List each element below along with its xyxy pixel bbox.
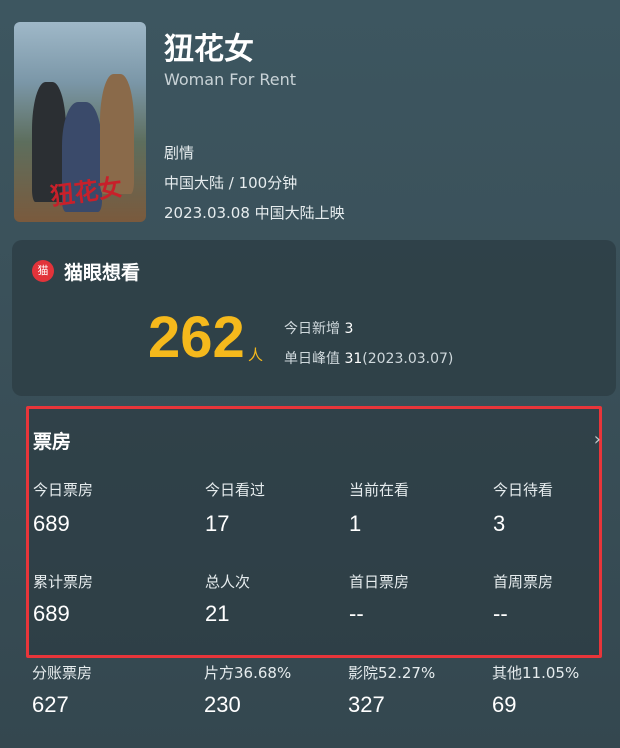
stat-label: 首周票房 bbox=[493, 573, 554, 591]
split-label: 其他11.05% bbox=[492, 664, 580, 682]
movie-genre: 剧情 bbox=[164, 144, 195, 162]
chevron-right-icon[interactable]: › bbox=[594, 429, 601, 450]
stat-value: 689 bbox=[33, 601, 70, 626]
split-value: 69 bbox=[492, 692, 517, 717]
today-new-value: 3 bbox=[344, 321, 354, 337]
split-value: 327 bbox=[348, 692, 385, 717]
stat-label: 当前在看 bbox=[349, 481, 410, 499]
box-office-title: 票房 bbox=[33, 431, 72, 453]
split-value: 627 bbox=[32, 692, 69, 717]
split-label: 片方36.68% bbox=[204, 664, 292, 682]
stat-label: 今日票房 bbox=[33, 481, 94, 499]
stat-value: -- bbox=[493, 601, 508, 626]
stat-label: 今日待看 bbox=[493, 481, 554, 499]
stat-label: 总人次 bbox=[205, 573, 251, 591]
stat-value: 17 bbox=[205, 511, 230, 536]
today-new-label: 今日新增 bbox=[284, 321, 340, 337]
want-title: 猫眼想看 bbox=[64, 262, 141, 284]
movie-release: 2023.03.08 中国大陆上映 bbox=[164, 204, 345, 222]
maoyan-cat-icon: 猫 bbox=[32, 260, 54, 282]
box-office-card[interactable]: 票房 › 今日票房 689 今日看过 17 当前在看 1 今日待看 3 累计票房… bbox=[26, 406, 602, 658]
want-unit: 人 bbox=[248, 346, 264, 364]
peak-date: (2023.03.07) bbox=[362, 351, 454, 367]
stat-label: 首日票房 bbox=[349, 573, 410, 591]
want-count: 262 bbox=[148, 305, 245, 370]
movie-poster[interactable]: 狃花女 bbox=[14, 22, 146, 222]
peak-label: 单日峰值 bbox=[284, 351, 340, 367]
stat-value: 1 bbox=[349, 511, 362, 536]
stat-label: 今日看过 bbox=[205, 481, 266, 499]
today-new: 今日新增 3 bbox=[284, 318, 353, 338]
movie-english-title: Woman For Rent bbox=[164, 70, 297, 89]
peak-value: 31 bbox=[344, 351, 363, 367]
daily-peak: 单日峰值 31(2023.03.07) bbox=[284, 348, 453, 368]
split-value: 230 bbox=[204, 692, 241, 717]
movie-title: 狃花女 bbox=[164, 32, 254, 67]
stat-value: 689 bbox=[33, 511, 70, 536]
want-to-see-card: 猫 猫眼想看 262 人 今日新增 3 单日峰值 31(2023.03.07) bbox=[12, 240, 616, 396]
stat-value: -- bbox=[349, 601, 364, 626]
split-label: 影院52.27% bbox=[348, 664, 436, 682]
stat-value: 3 bbox=[493, 511, 506, 536]
stat-label: 累计票房 bbox=[33, 573, 94, 591]
movie-region-duration: 中国大陆 / 100分钟 bbox=[164, 174, 298, 192]
stat-value: 21 bbox=[205, 601, 230, 626]
split-label: 分账票房 bbox=[32, 664, 93, 682]
